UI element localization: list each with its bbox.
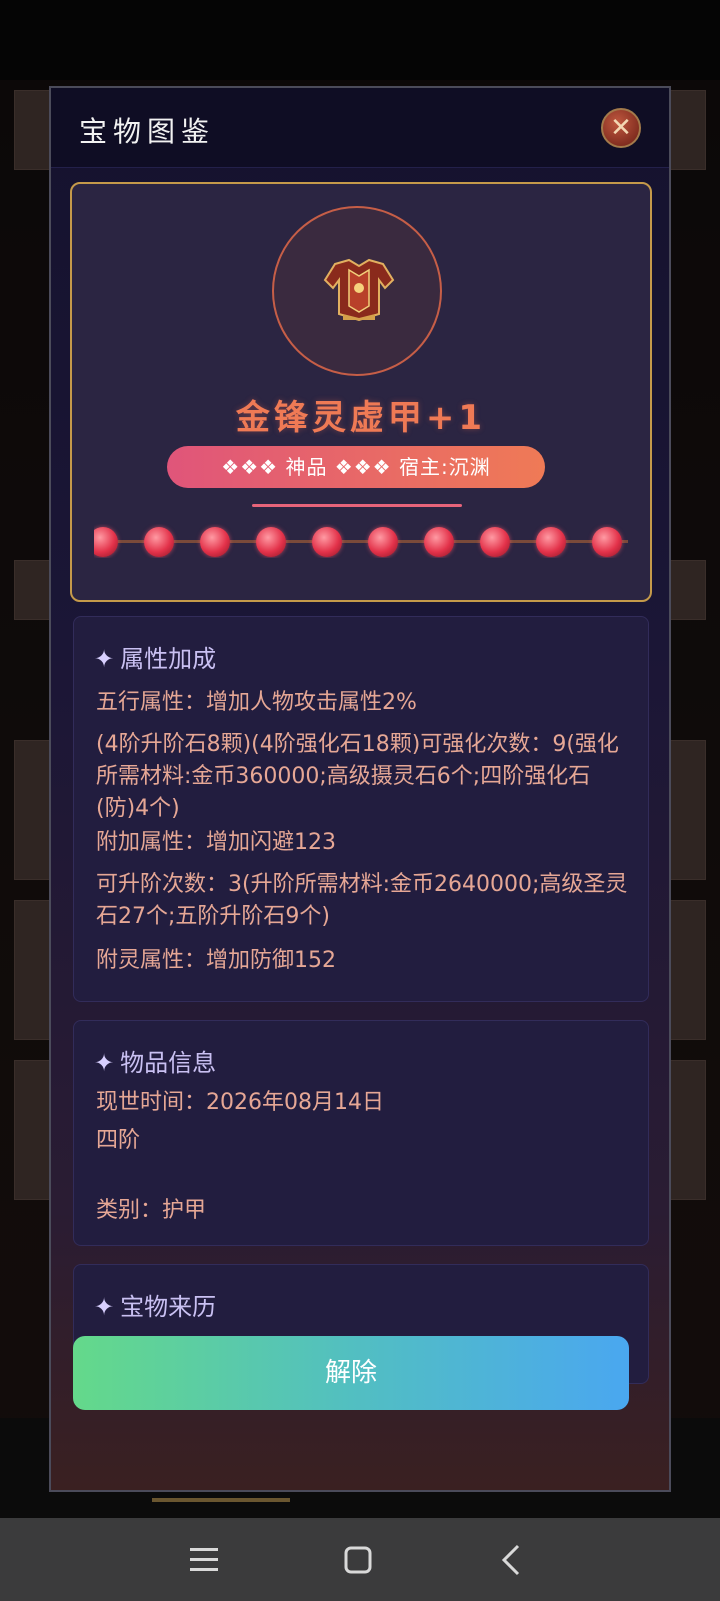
attributes-card: ✦ 属性加成 五行属性：增加人物攻击属性2% (4阶升阶石8颗)(4阶强化石18颗… xyxy=(73,616,649,1002)
attribute-line: (4阶升阶石8颗)(4阶强化石18颗)可强化次数：9(强化所需材料:金币3600… xyxy=(96,732,619,821)
attribute-line: 附灵属性：增加防御152 xyxy=(96,948,336,973)
history-title-text: 宝物来历 xyxy=(120,1293,217,1321)
attribute-line: 附加属性：增加闪避123 xyxy=(96,830,336,855)
info-line: 四阶 xyxy=(96,1128,141,1153)
modal-header: 宝物图鉴 ✕ xyxy=(51,88,669,168)
armor-icon xyxy=(323,258,395,322)
sparkle-icon: ✦ xyxy=(94,1049,115,1077)
enhance-orb-icon xyxy=(312,527,342,557)
treasure-codex-modal: 宝物图鉴 ✕ 金锋灵虚甲+1 ❖❖❖ 神品 ❖❖❖ 宿主:沉渊 ✦ 属性加成 五… xyxy=(49,86,671,1492)
attributes-title-text: 属性加成 xyxy=(120,645,217,673)
menu-icon[interactable] xyxy=(184,1540,224,1580)
close-icon: ✕ xyxy=(610,113,632,143)
close-button[interactable]: ✕ xyxy=(601,108,641,148)
enhance-orb-icon xyxy=(424,527,454,557)
attribute-line: 五行属性：增加人物攻击属性2% xyxy=(96,690,417,715)
system-nav-bar xyxy=(0,1518,720,1601)
item-info-title: ✦ 物品信息 xyxy=(94,1043,216,1078)
back-icon[interactable] xyxy=(492,1540,532,1580)
history-title: ✦ 宝物来历 xyxy=(94,1287,216,1322)
modal-title: 宝物图鉴 xyxy=(79,115,216,148)
screen: 人物 物品 技能 任务 其他 宝物图鉴 ✕ 金锋灵虚甲+1 ❖❖ xyxy=(0,0,720,1601)
enhance-orb-row xyxy=(94,524,628,558)
attribute-line: 可升阶次数：3(升阶所需材料:金币2640000;高级圣灵石27个;五阶升阶石9… xyxy=(96,872,628,929)
item-name: 金锋灵虚甲+1 xyxy=(235,398,487,438)
enhance-orb-icon xyxy=(256,527,286,557)
item-info-title-text: 物品信息 xyxy=(120,1049,217,1077)
background-tab-indicator xyxy=(152,1498,290,1502)
release-button[interactable]: 解除 xyxy=(73,1336,629,1410)
info-line: 类别：护甲 xyxy=(96,1198,207,1223)
grade-badge: ❖❖❖ 神品 ❖❖❖ 宿主:沉渊 xyxy=(167,446,545,488)
enhance-orb-icon xyxy=(144,527,174,557)
enhance-orb-icon xyxy=(592,527,622,557)
item-info-card: ✦ 物品信息 现世时间：2026年08月14日 四阶 类别：护甲 xyxy=(73,1020,649,1246)
enhance-orb-icon xyxy=(200,527,230,557)
divider xyxy=(252,504,462,507)
info-line: 现世时间：2026年08月14日 xyxy=(96,1090,384,1115)
item-hero-card: 金锋灵虚甲+1 ❖❖❖ 神品 ❖❖❖ 宿主:沉渊 xyxy=(70,182,652,602)
item-icon-frame xyxy=(272,206,442,376)
enhance-orb-icon xyxy=(536,527,566,557)
sparkle-icon: ✦ xyxy=(94,645,115,673)
enhance-orb-icon xyxy=(480,527,510,557)
modal-scroll-area[interactable]: 金锋灵虚甲+1 ❖❖❖ 神品 ❖❖❖ 宿主:沉渊 ✦ 属性加成 五行属性：增加人… xyxy=(51,168,669,1412)
enhance-orb-icon xyxy=(94,527,118,557)
sparkle-icon: ✦ xyxy=(94,1293,115,1321)
attributes-title: ✦ 属性加成 xyxy=(94,639,216,674)
home-icon[interactable] xyxy=(338,1540,378,1580)
enhance-orb-icon xyxy=(368,527,398,557)
